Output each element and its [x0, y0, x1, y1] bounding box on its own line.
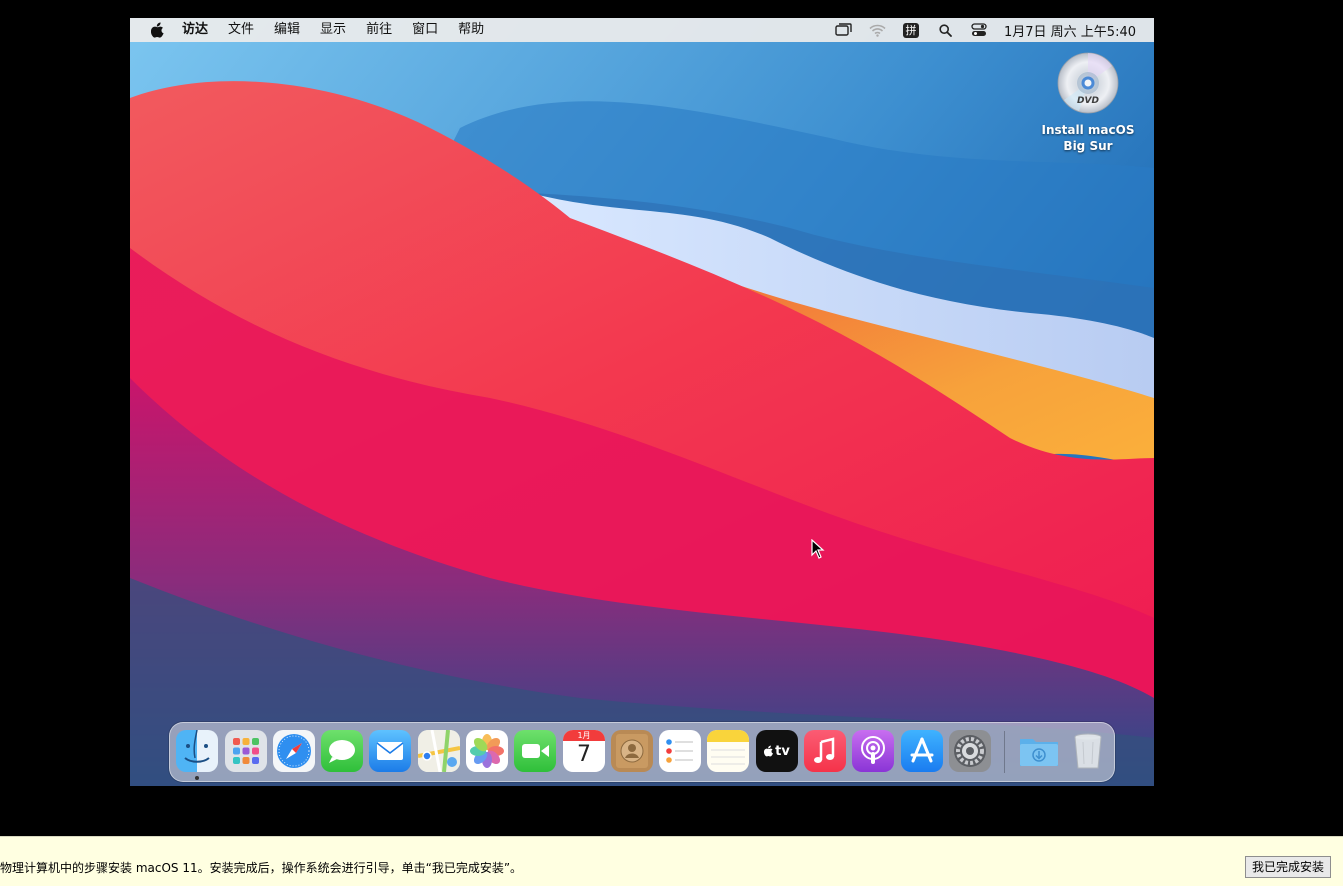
dock-app-store[interactable]: [901, 730, 943, 772]
menu-edit[interactable]: 编辑: [264, 18, 310, 42]
dock-apple-tv[interactable]: tv: [756, 730, 798, 772]
calendar-icon: 1月 7: [563, 730, 605, 772]
menu-help[interactable]: 帮助: [448, 18, 494, 42]
desktop-item-label: Install macOS Big Sur: [1041, 123, 1135, 153]
vm-info-bar: 物理计算机中的步骤安装 macOS 11。安装完成后，操作系统会进行引导，单击“…: [0, 836, 1343, 886]
menu-bar: 访达 文件 编辑 显示 前往 窗口 帮助 拼 1月7日 周六 上午5:40: [130, 18, 1154, 42]
dock-launchpad[interactable]: [225, 730, 267, 772]
dock-running-indicator: [195, 776, 199, 780]
launchpad-icon: [233, 738, 259, 764]
maps-icon: [418, 730, 460, 772]
apple-tv-label: tv: [775, 743, 790, 759]
installation-done-button[interactable]: 我已完成安装: [1244, 856, 1331, 878]
menu-view[interactable]: 显示: [310, 18, 356, 42]
menu-window[interactable]: 窗口: [402, 18, 448, 42]
display-mirroring-icon[interactable]: [833, 18, 853, 42]
mail-icon: [376, 742, 404, 760]
dock-messages[interactable]: [321, 730, 363, 772]
podcasts-icon: [861, 736, 885, 764]
music-icon: [814, 737, 835, 763]
apple-tv-icon: tv: [764, 744, 790, 759]
photos-icon: [470, 734, 504, 768]
notes-icon: [707, 730, 749, 765]
messages-icon: [329, 740, 355, 763]
dock-contacts[interactable]: [611, 730, 653, 772]
gear-icon: [954, 735, 986, 767]
downloads-folder-icon: [1020, 739, 1058, 766]
desktop-item-install-macos[interactable]: DVD Install macOS Big Sur: [1028, 52, 1148, 154]
vm-screen[interactable]: 访达 文件 编辑 显示 前往 窗口 帮助 拼 1月7日 周六 上午5:40 DV…: [130, 18, 1154, 786]
control-center-icon[interactable]: [969, 18, 989, 42]
safari-icon: [277, 734, 311, 768]
menu-finder[interactable]: 访达: [172, 18, 218, 42]
dock-facetime[interactable]: [514, 730, 556, 772]
apple-menu-icon[interactable]: [144, 18, 172, 42]
dock-calendar[interactable]: 1月 7: [563, 730, 605, 772]
dock-safari[interactable]: [273, 730, 315, 772]
reminders-icon: [666, 739, 693, 763]
dock: 1月 7 tv: [169, 722, 1115, 782]
dock-music[interactable]: [804, 730, 846, 772]
menu-clock[interactable]: 1月7日 周六 上午5:40: [1004, 21, 1136, 40]
calendar-day: 7: [577, 742, 591, 767]
menu-file[interactable]: 文件: [218, 18, 264, 42]
desktop-wallpaper[interactable]: [130, 18, 1154, 786]
spotlight-search-icon[interactable]: [935, 18, 955, 42]
dock-mail[interactable]: [369, 730, 411, 772]
svg-text:DVD: DVD: [1077, 96, 1099, 106]
dock-maps[interactable]: [418, 730, 460, 772]
dock-finder[interactable]: [176, 730, 218, 772]
app-store-icon: [910, 737, 934, 763]
dock-separator: [1004, 731, 1005, 773]
facetime-icon: [522, 744, 549, 758]
dock-reminders[interactable]: [659, 730, 701, 772]
input-method-icon[interactable]: 拼: [901, 18, 921, 42]
calendar-month: 1月: [563, 730, 605, 741]
trash-icon: [1074, 733, 1102, 769]
menu-go[interactable]: 前往: [356, 18, 402, 42]
input-method-label: 拼: [903, 22, 919, 38]
dock-trash[interactable]: [1067, 730, 1109, 772]
dock-downloads[interactable]: [1018, 730, 1060, 772]
apple-logo-icon: [764, 745, 774, 757]
dock-system-preferences[interactable]: [949, 730, 991, 772]
dock-notes[interactable]: [707, 730, 749, 772]
contacts-icon: [616, 734, 648, 768]
finder-icon: [184, 730, 210, 763]
install-instruction-text: 物理计算机中的步骤安装 macOS 11。安装完成后，操作系统会进行引导，单击“…: [0, 861, 523, 875]
dock-podcasts[interactable]: [852, 730, 894, 772]
mouse-cursor-icon: [811, 539, 825, 559]
wifi-icon[interactable]: [867, 18, 887, 42]
dock-photos[interactable]: [466, 730, 508, 772]
dvd-disc-icon: DVD: [1057, 52, 1119, 114]
